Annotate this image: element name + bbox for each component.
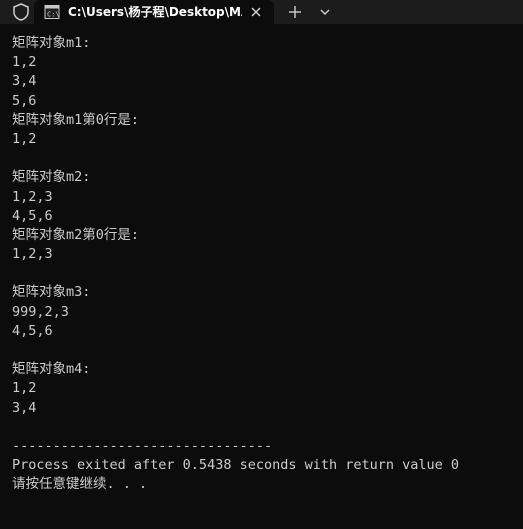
- title-bar: C:\ C:\Users\杨子程\Desktop\MAT: [0, 0, 523, 24]
- console-line: 1,2,3: [12, 246, 53, 263]
- plus-icon[interactable]: [284, 2, 306, 22]
- console-line: 矩阵对象m1第0行是:: [12, 111, 140, 128]
- svg-text:C:\: C:\: [47, 11, 60, 19]
- console-line: 4,5,6: [12, 207, 53, 224]
- tab-active[interactable]: C:\ C:\Users\杨子程\Desktop\MAT: [34, 0, 274, 24]
- console-line: 1,2: [12, 380, 37, 397]
- console-icon: C:\: [44, 5, 60, 19]
- console-line: 矩阵对象m3:: [12, 284, 91, 301]
- console-output[interactable]: 矩阵对象m1: 1,2 3,4 5,6 矩阵对象m1第0行是: 1,2 矩阵对象m2: 1,2…: [12, 34, 517, 495]
- console-line: 矩阵对象m1:: [12, 35, 91, 51]
- console-line: 5,6: [12, 92, 37, 109]
- console-line: 矩阵对象m4:: [12, 361, 91, 378]
- console-line: 1,2: [12, 130, 37, 147]
- tab-title: C:\Users\杨子程\Desktop\MAT: [68, 5, 242, 19]
- terminal-window: C:\ C:\Users\杨子程\Desktop\MAT 矩阵对象m1: 1,2 3…: [0, 0, 523, 529]
- shield-icon[interactable]: [10, 2, 32, 22]
- console-line: 4,5,6: [12, 322, 53, 339]
- console-line: --------------------------------: [12, 437, 273, 454]
- console-line: 矩阵对象m2:: [12, 169, 91, 186]
- console-line: 1,2: [12, 54, 37, 71]
- console-line: 999,2,3: [12, 303, 69, 320]
- chevron-down-icon[interactable]: [314, 2, 336, 22]
- console-line: 1,2,3: [12, 188, 53, 205]
- scrollbar[interactable]: [517, 24, 523, 529]
- console-line: 请按任意键继续. . .: [12, 476, 148, 493]
- console-line: 3,4: [12, 73, 37, 90]
- console-line: Process exited after 0.5438 seconds with…: [12, 457, 460, 474]
- console-line: 3,4: [12, 399, 37, 416]
- close-icon[interactable]: [246, 2, 266, 22]
- console-line: 矩阵对象m2第0行是:: [12, 226, 140, 243]
